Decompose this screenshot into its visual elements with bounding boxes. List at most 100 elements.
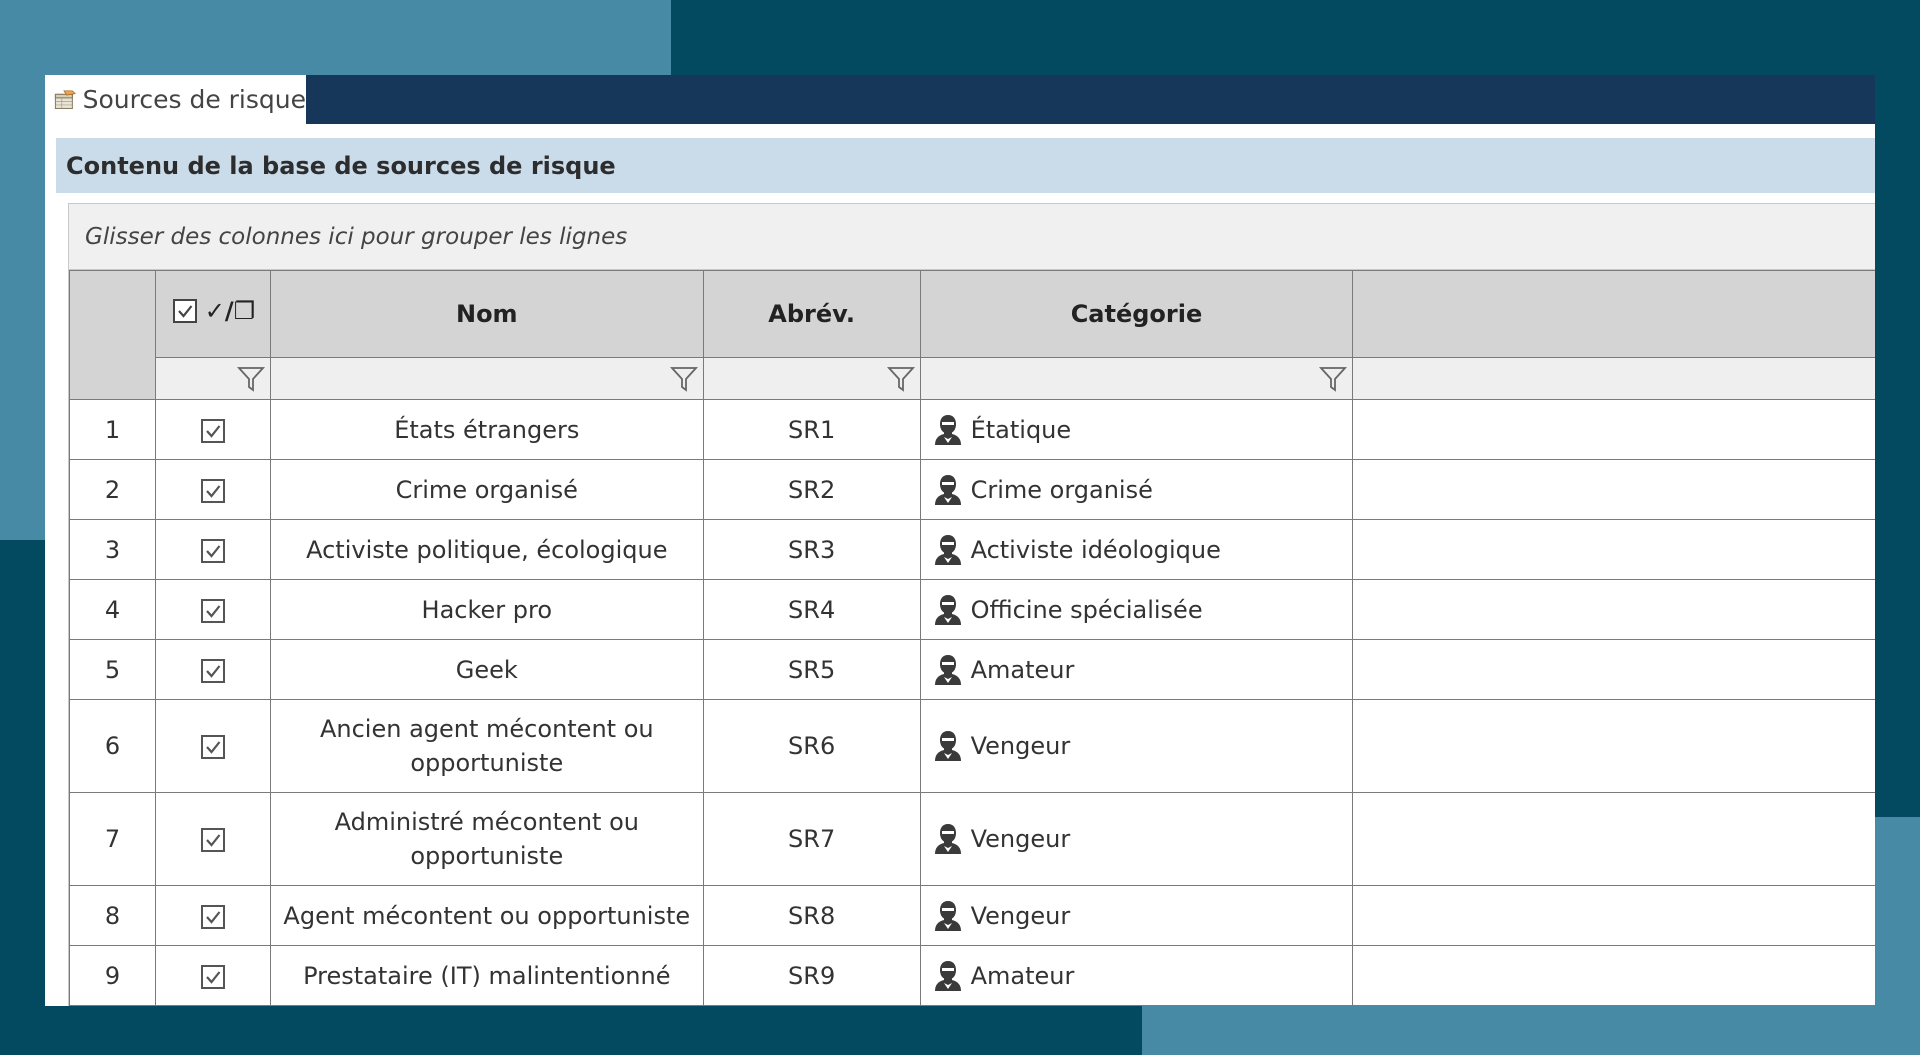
threat-actor-icon [934, 534, 961, 565]
cell-categorie-label: Crime organisé [970, 475, 1153, 504]
cell-categorie-label: Vengeur [970, 732, 1071, 760]
checkbox-checked-icon[interactable] [199, 417, 227, 445]
cell-nom: Administré mécontent ou opportuniste [269, 792, 704, 886]
threat-actor-icon [934, 654, 961, 685]
cell-empty [1352, 639, 1875, 700]
row-checkbox[interactable] [154, 792, 271, 886]
row-checkbox[interactable] [154, 519, 271, 580]
cell-nom: Prestataire (IT) malintentionné [269, 945, 704, 1006]
tab-label: Sources de risque [82, 85, 306, 114]
row-checkbox[interactable] [154, 459, 271, 520]
checkbox-checked-icon[interactable] [199, 963, 227, 991]
checkbox-checked-icon [172, 299, 197, 323]
threat-actor-icon [934, 474, 961, 505]
threat-actor-icon [934, 594, 961, 625]
cell-categorie: Activiste idéologique [919, 519, 1354, 580]
filter-funnel-icon[interactable] [236, 364, 266, 394]
checkbox-checked-icon[interactable] [199, 537, 227, 565]
threat-actor-icon [934, 414, 961, 445]
table-row[interactable]: 1 États étrangers SR1 Étatique [69, 399, 1875, 460]
cell-categorie-label: Activiste idéologique [970, 535, 1221, 564]
checkbox-checked-icon[interactable] [199, 657, 227, 685]
row-checkbox[interactable] [154, 639, 271, 700]
row-number: 4 [69, 579, 156, 640]
threat-actor-icon [934, 960, 961, 991]
row-checkbox[interactable] [154, 399, 271, 460]
table-row[interactable]: 5 Geek SR5 Amateur [69, 639, 1875, 700]
column-header-empty [1352, 270, 1875, 358]
section-header: Contenu de la base de sources de risque [56, 138, 1875, 193]
filter-cell-check[interactable] [154, 357, 271, 400]
cell-empty [1352, 885, 1875, 946]
cell-categorie: Vengeur [919, 699, 1354, 793]
cell-abrev: SR8 [702, 885, 921, 946]
checkbox-checked-icon[interactable] [199, 597, 227, 625]
row-number: 5 [69, 639, 156, 700]
row-number: 1 [69, 399, 156, 460]
row-checkbox[interactable] [154, 945, 271, 1006]
cell-categorie-label: Étatique [970, 415, 1072, 444]
cell-categorie: Vengeur [919, 792, 1354, 886]
app-window: Sources de risque Contenu de la base de … [45, 75, 1875, 1006]
table-row[interactable]: 4 Hacker pro SR4 Officine spécialisée [69, 579, 1875, 640]
column-header-check-label: ✓/❐ [204, 297, 256, 325]
table-row[interactable]: 8 Agent mécontent ou opportuniste SR8 Ve… [69, 885, 1875, 946]
filter-funnel-icon[interactable] [1318, 364, 1348, 394]
cell-categorie-label: Officine spécialisée [970, 595, 1203, 624]
filter-funnel-icon[interactable] [886, 364, 916, 394]
tab-bar: Sources de risque [45, 75, 1875, 124]
row-header-filter-corner [69, 357, 156, 400]
cell-abrev: SR3 [702, 519, 921, 580]
row-checkbox[interactable] [154, 699, 271, 793]
cell-empty [1352, 459, 1875, 520]
filter-funnel-icon[interactable] [669, 364, 699, 394]
row-checkbox[interactable] [154, 579, 271, 640]
cell-abrev: SR4 [702, 579, 921, 640]
cell-empty [1352, 399, 1875, 460]
cell-nom: Ancien agent mécontent ou opportuniste [269, 699, 704, 793]
threat-actor-icon [934, 824, 961, 854]
table-row[interactable]: 3 Activiste politique, écologique SR3 Ac… [69, 519, 1875, 580]
table-row[interactable]: 6 Ancien agent mécontent ou opportuniste… [69, 699, 1875, 793]
cell-nom: Hacker pro [269, 579, 704, 640]
filter-cell-categorie[interactable] [919, 357, 1354, 400]
threat-actor-icon [934, 731, 961, 761]
cell-abrev: SR5 [702, 639, 921, 700]
column-header-nom[interactable]: Nom [269, 270, 704, 358]
checkbox-checked-icon[interactable] [199, 903, 227, 931]
row-checkbox[interactable] [154, 885, 271, 946]
table-row[interactable]: 9 Prestataire (IT) malintentionné SR9 Am… [69, 945, 1875, 1006]
table-icon [54, 89, 76, 109]
checkbox-checked-icon[interactable] [199, 733, 227, 761]
tab-sources-de-risque[interactable]: Sources de risque [45, 75, 306, 124]
row-number: 7 [69, 792, 156, 886]
cell-nom: Geek [269, 639, 704, 700]
cell-nom: Activiste politique, écologique [269, 519, 704, 580]
row-number: 8 [69, 885, 156, 946]
checkbox-checked-icon[interactable] [199, 826, 227, 854]
cell-categorie: Crime organisé [919, 459, 1354, 520]
cell-categorie-label: Amateur [970, 961, 1075, 990]
table-row[interactable]: 2 Crime organisé SR2 Crime organisé [69, 459, 1875, 520]
threat-actor-icon [934, 900, 961, 931]
filter-cell-nom[interactable] [269, 357, 704, 400]
cell-categorie: Vengeur [919, 885, 1354, 946]
column-header-abrev[interactable]: Abrév. [702, 270, 921, 358]
cell-nom: Agent mécontent ou opportuniste [269, 885, 704, 946]
filter-cell-abrev[interactable] [702, 357, 921, 400]
column-header-categorie[interactable]: Catégorie [919, 270, 1354, 358]
cell-categorie: Amateur [919, 945, 1354, 1006]
cell-categorie: Étatique [919, 399, 1354, 460]
cell-empty [1352, 945, 1875, 1006]
group-by-panel[interactable]: Glisser des colonnes ici pour grouper le… [69, 204, 1875, 270]
cell-categorie: Amateur [919, 639, 1354, 700]
cell-abrev: SR2 [702, 459, 921, 520]
data-table: ✓/❐ Nom Abrév. Catégorie 1 États étrange… [69, 270, 1875, 1006]
cell-empty [1352, 519, 1875, 580]
cell-categorie-label: Vengeur [970, 901, 1071, 930]
group-by-hint: Glisser des colonnes ici pour grouper le… [85, 223, 628, 250]
table-row[interactable]: 7 Administré mécontent ou opportuniste S… [69, 792, 1875, 886]
checkbox-checked-icon[interactable] [199, 477, 227, 505]
cell-empty [1352, 699, 1875, 793]
column-header-check[interactable]: ✓/❐ [154, 270, 271, 358]
